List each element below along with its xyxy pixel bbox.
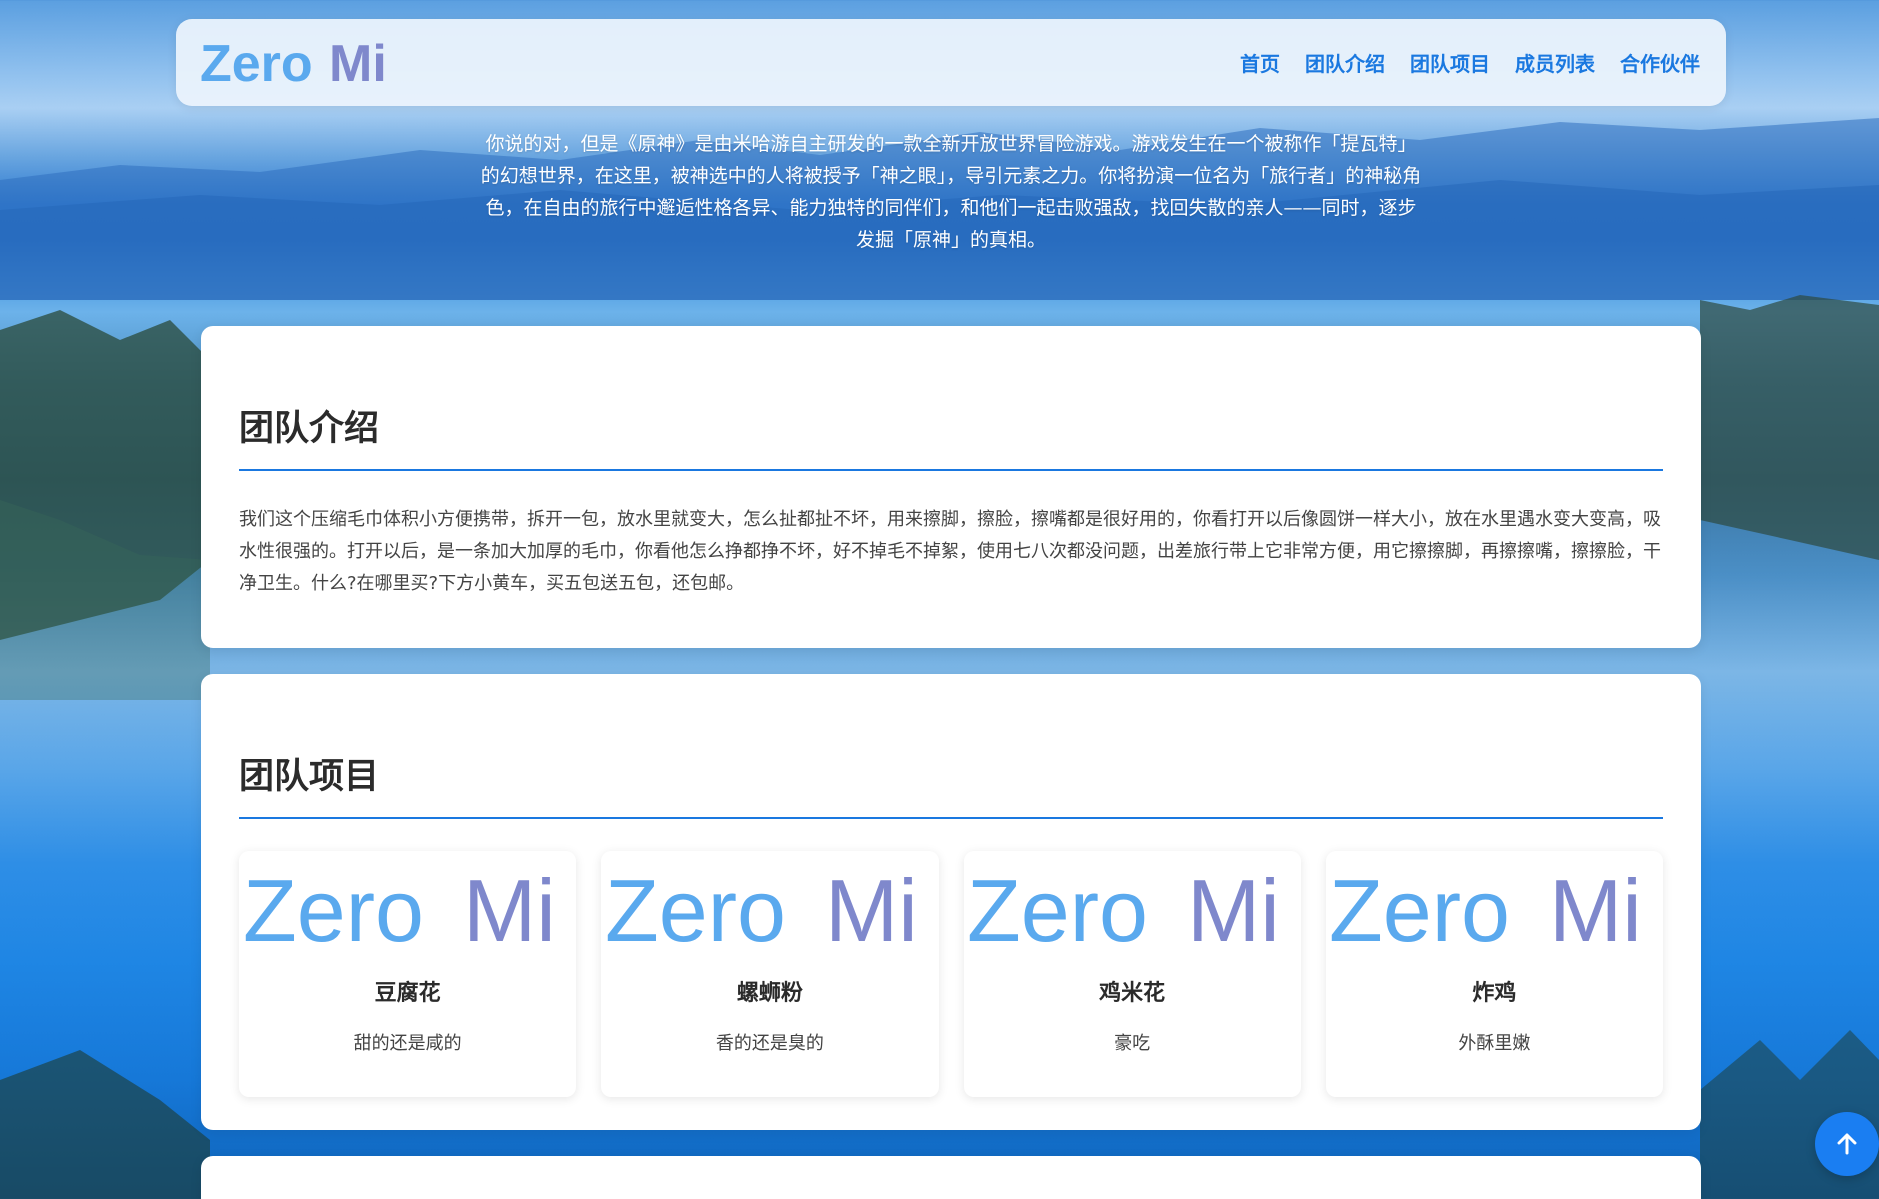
project-card[interactable]: Zero Mi 炸鸡 外酥里嫩 xyxy=(1325,851,1663,1097)
svg-text:Zero: Zero xyxy=(1329,861,1510,953)
project-desc: 豪吃 xyxy=(1114,1033,1151,1054)
logo-mi-text: Mi xyxy=(329,35,387,91)
svg-text:Mi: Mi xyxy=(825,861,918,953)
project-logo-image: Zero Mi xyxy=(967,861,1280,953)
project-logo-image: Zero Mi xyxy=(243,861,556,953)
top-navbar: Zero Mi 首页 团队介绍 团队项目 成员列表 合作伙伴 xyxy=(176,19,1726,106)
project-list: Zero Mi 豆腐花 甜的还是咸的 Zero Mi 螺蛳粉 香的还是臭的 Ze… xyxy=(239,851,1663,1097)
arrow-up-icon xyxy=(1837,1133,1857,1155)
svg-text:Zero: Zero xyxy=(605,861,786,953)
project-card[interactable]: Zero Mi 螺蛳粉 香的还是臭的 xyxy=(601,851,939,1097)
project-card[interactable]: Zero Mi 鸡米花 豪吃 xyxy=(963,851,1301,1097)
hero-intro-text: 你说的对，但是《原神》是由米哈游自主研发的一款全新开放世界冒险游戏。游戏发生在一… xyxy=(480,133,1422,251)
project-name: 鸡米花 xyxy=(1099,981,1166,1006)
nav-partners[interactable]: 合作伙伴 xyxy=(1620,48,1700,77)
svg-text:Mi: Mi xyxy=(1187,861,1280,953)
svg-text:Mi: Mi xyxy=(463,861,556,953)
next-section-card xyxy=(201,1156,1701,1199)
project-logo-image: Zero Mi xyxy=(605,861,918,953)
nav-member-list[interactable]: 成员列表 xyxy=(1515,48,1595,77)
project-logo-image: Zero Mi xyxy=(1329,861,1642,953)
main-nav: 首页 团队介绍 团队项目 成员列表 合作伙伴 xyxy=(1240,48,1700,77)
zeromi-logo[interactable]: Zero Mi xyxy=(200,35,400,91)
project-name: 炸鸡 xyxy=(1472,981,1517,1006)
back-to-top-button[interactable] xyxy=(1815,1112,1879,1176)
project-desc: 甜的还是咸的 xyxy=(353,1033,462,1054)
project-name: 豆腐花 xyxy=(374,981,441,1006)
project-name: 螺蛳粉 xyxy=(736,981,803,1006)
svg-text:Zero: Zero xyxy=(967,861,1148,953)
logo-zero-text: Zero xyxy=(200,35,313,91)
project-desc: 香的还是臭的 xyxy=(715,1033,824,1054)
svg-text:Mi: Mi xyxy=(1549,861,1642,953)
project-card[interactable]: Zero Mi 豆腐花 甜的还是咸的 xyxy=(239,851,577,1097)
nav-team-projects[interactable]: 团队项目 xyxy=(1410,48,1490,77)
project-desc: 外酥里嫩 xyxy=(1458,1033,1531,1054)
team-intro-title: 团队介绍 xyxy=(239,326,1663,471)
nav-team-intro[interactable]: 团队介绍 xyxy=(1305,48,1385,77)
svg-text:Zero: Zero xyxy=(243,861,424,953)
team-intro-section: 团队介绍 我们这个压缩毛巾体积小方便携带，拆开一包，放水里就变大，怎么扯都扯不坏… xyxy=(201,326,1701,648)
team-intro-text: 我们这个压缩毛巾体积小方便携带，拆开一包，放水里就变大，怎么扯都扯不坏，用来擦脚… xyxy=(239,509,1661,594)
team-projects-title: 团队项目 xyxy=(239,674,1663,819)
nav-home[interactable]: 首页 xyxy=(1240,48,1280,77)
team-projects-section: 团队项目 Zero Mi 豆腐花 甜的还是咸的 Zero Mi 螺蛳粉 香的还是… xyxy=(201,674,1701,1130)
